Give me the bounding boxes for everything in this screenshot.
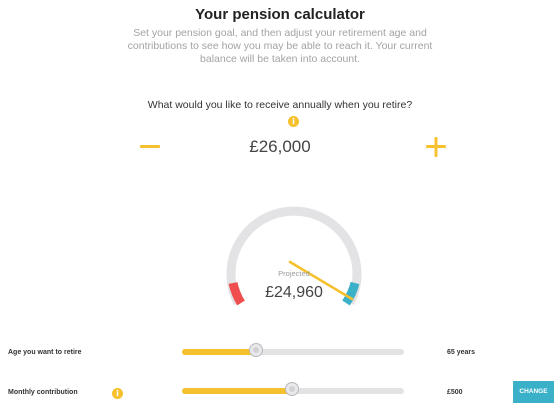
info-icon[interactable]: i xyxy=(288,116,299,127)
change-button[interactable]: CHANGE xyxy=(513,381,554,403)
contribution-value: £500 xyxy=(447,389,463,396)
projected-value: £24,960 xyxy=(265,284,323,301)
retire-age-slider-fill xyxy=(182,349,258,355)
contribution-label: Monthly contribution xyxy=(8,389,78,396)
contribution-slider[interactable] xyxy=(182,382,404,396)
page-title: Your pension calculator xyxy=(195,6,365,23)
goal-value: £26,000 xyxy=(249,137,311,156)
page-subtitle: Set your pension goal, and then adjust y… xyxy=(127,27,433,65)
retire-age-slider[interactable] xyxy=(182,343,404,357)
retire-age-slider-thumb[interactable] xyxy=(249,343,264,357)
projected-label: Projected xyxy=(278,269,310,278)
retire-age-value: 65 years xyxy=(447,349,476,356)
contribution-slider-thumb[interactable] xyxy=(285,382,299,396)
goal-question: What would you like to receive annually … xyxy=(147,99,413,111)
retire-age-label: Age you want to retire xyxy=(8,349,82,356)
plus-icon xyxy=(426,137,446,157)
contribution-slider-fill xyxy=(182,388,293,394)
increase-goal-button[interactable] xyxy=(424,135,448,159)
info-icon[interactable]: i xyxy=(112,388,123,399)
